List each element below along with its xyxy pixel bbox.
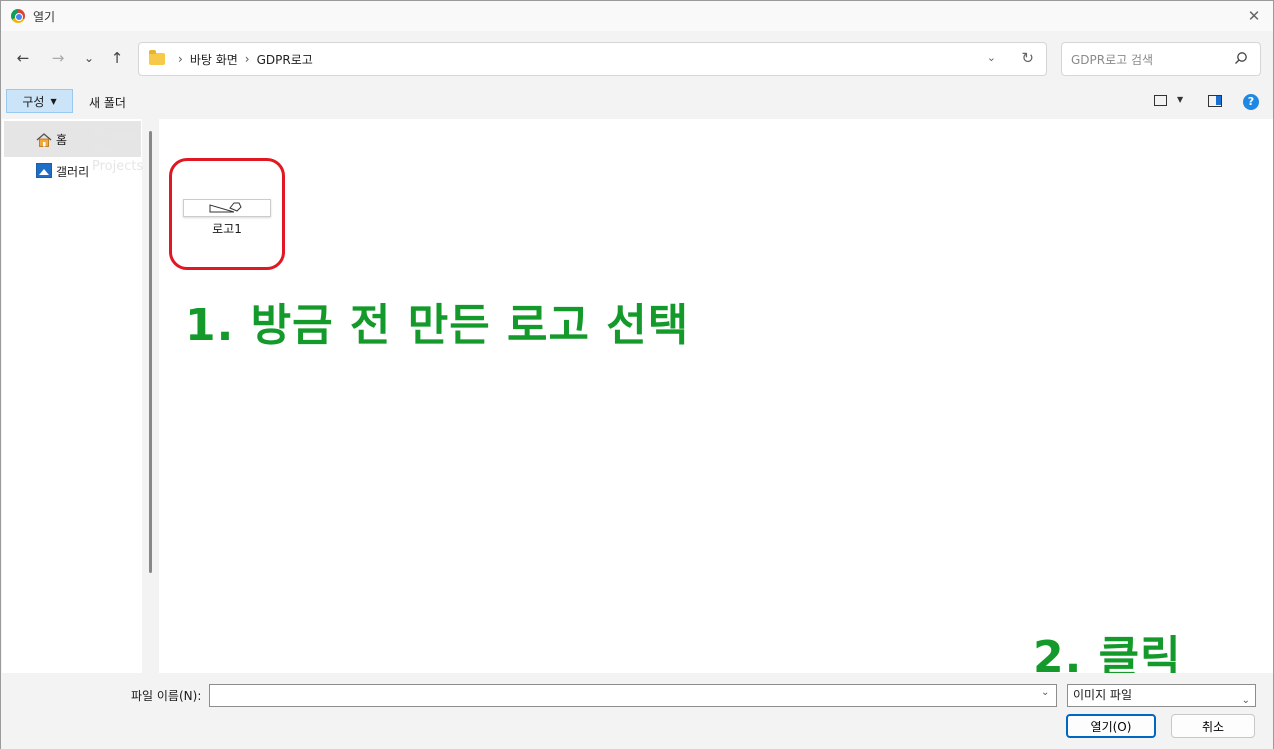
view-mode-icon[interactable] xyxy=(1154,95,1167,106)
sidebar-item-gallery[interactable]: 갤러리 xyxy=(4,153,141,189)
organize-label: 구성 xyxy=(22,94,45,109)
command-bar: 구성 ▼ 새 폴더 ▼ ? xyxy=(1,86,1273,116)
search-input[interactable]: GDPR로고 검색 xyxy=(1061,42,1261,76)
sidebar-item-label: 홈 xyxy=(56,132,68,147)
forward-button[interactable]: → xyxy=(48,48,68,68)
filetype-select[interactable]: 이미지 파일 ⌄ xyxy=(1067,684,1256,707)
search-icon xyxy=(1235,52,1247,64)
sidebar-item-home[interactable]: 홈 Pinned, the Projects xyxy=(4,121,143,174)
preview-pane-icon[interactable] xyxy=(1208,95,1222,107)
chevron-down-icon[interactable]: ⌄ xyxy=(1041,687,1049,698)
file-item[interactable]: 로고1 xyxy=(183,191,271,236)
filename-input[interactable] xyxy=(209,684,1057,707)
up-button[interactable]: ↑ xyxy=(107,48,127,68)
breadcrumb-gdpr-logo[interactable]: GDPR로고 xyxy=(257,51,313,68)
bottom-bar: 파일 이름(N): ⌄ 이미지 파일 ⌄ 열기(O) 취소 xyxy=(1,673,1273,749)
chevron-down-icon: ⌄ xyxy=(1241,695,1250,706)
file-open-dialog: 열기 ✕ ← → ⌄ ↑ › 바탕 화면 › GDPR로고 ⌄ ↻ GDPR로고… xyxy=(0,0,1274,749)
filename-label: 파일 이름(N): xyxy=(131,689,202,703)
navigation-pane: 홈 Pinned, the Projects 갤러리 xyxy=(2,119,143,673)
filetype-value: 이미지 파일 xyxy=(1073,688,1133,702)
gallery-icon xyxy=(36,163,52,178)
address-bar[interactable]: › 바탕 화면 › GDPR로고 ⌄ ↻ xyxy=(138,42,1047,76)
window-title: 열기 xyxy=(33,9,56,24)
home-icon xyxy=(36,133,52,147)
caret-down-icon: ▼ xyxy=(50,96,57,106)
cancel-button[interactable]: 취소 xyxy=(1171,714,1255,738)
open-button[interactable]: 열기(O) xyxy=(1066,714,1156,738)
breadcrumb-separator: › xyxy=(244,52,250,66)
new-folder-button[interactable]: 새 폴더 xyxy=(89,94,126,111)
back-button[interactable]: ← xyxy=(13,48,33,68)
caret-down-icon[interactable]: ▼ xyxy=(1177,95,1183,104)
breadcrumb-separator: › xyxy=(178,52,183,66)
recent-locations-button[interactable]: ⌄ xyxy=(79,48,99,68)
folder-icon xyxy=(149,50,165,65)
close-button[interactable]: ✕ xyxy=(1245,7,1263,25)
file-name: 로고1 xyxy=(212,222,242,236)
navigation-bar: ← → ⌄ ↑ › 바탕 화면 › GDPR로고 ⌄ ↻ GDPR로고 검색 xyxy=(1,39,1273,79)
refresh-icon[interactable]: ↻ xyxy=(1021,49,1034,67)
logo-thumbnail-icon xyxy=(209,202,242,213)
breadcrumb-desktop[interactable]: 바탕 화면 xyxy=(190,51,238,68)
organize-button[interactable]: 구성 ▼ xyxy=(6,89,73,113)
title-bar: 열기 ✕ xyxy=(1,1,1273,31)
help-icon[interactable]: ? xyxy=(1243,94,1259,110)
step1-annotation: 1. 방금 전 만든 로고 선택 xyxy=(185,300,690,351)
chevron-down-icon[interactable]: ⌄ xyxy=(987,51,996,64)
chrome-icon xyxy=(11,9,25,23)
sidebar-item-label: 갤러리 xyxy=(56,164,90,179)
image-thumbnail xyxy=(183,199,271,217)
scrollbar-thumb[interactable] xyxy=(149,131,152,573)
search-placeholder: GDPR로고 검색 xyxy=(1071,52,1154,67)
file-list: 로고1 1. 방금 전 만든 로고 선택 2. 클릭 xyxy=(159,119,1273,683)
